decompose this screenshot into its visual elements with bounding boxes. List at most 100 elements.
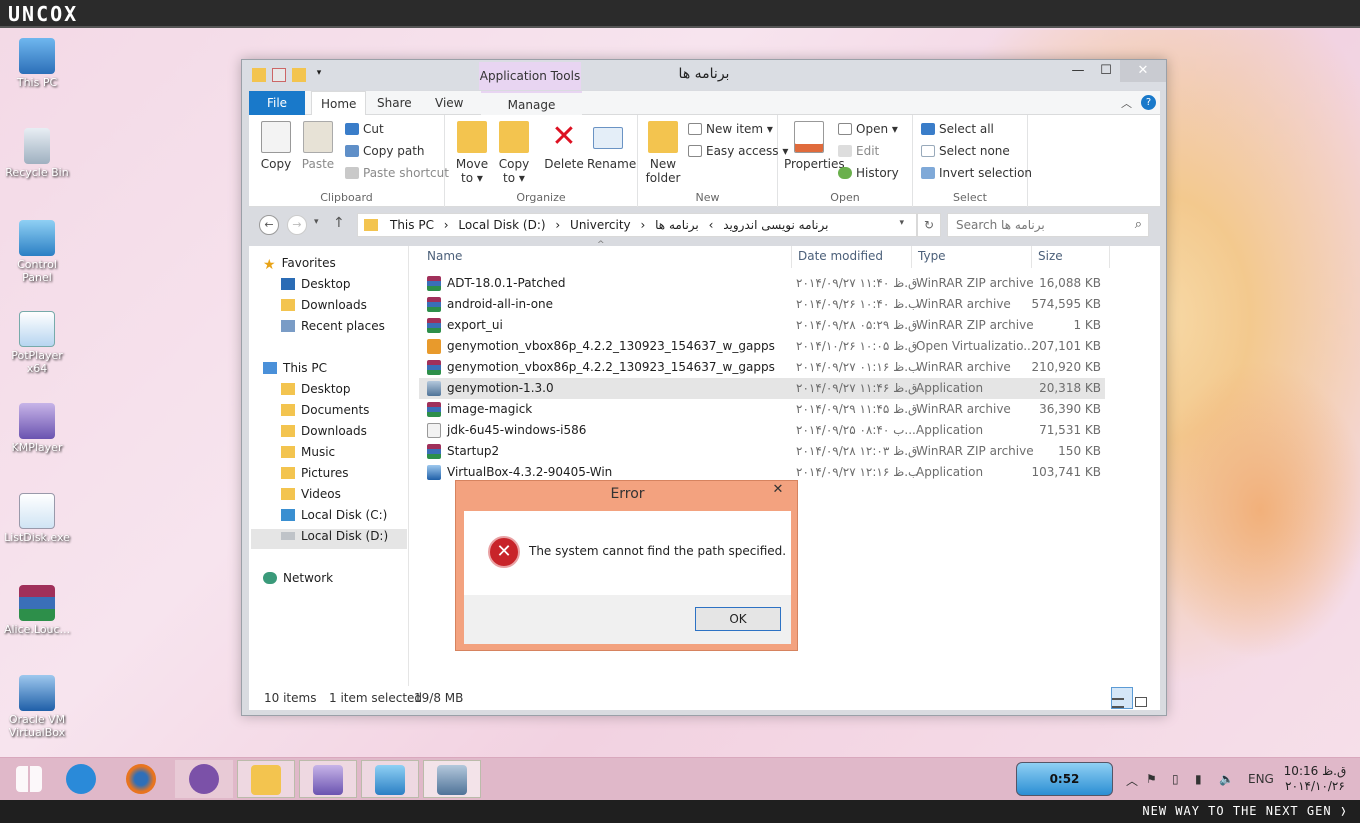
desktop-icon-recycle-bin[interactable]: Recycle Bin xyxy=(1,128,73,179)
nav-fav-desktop[interactable]: Desktop xyxy=(281,277,351,297)
desktop-icon-this-pc[interactable]: This PC xyxy=(1,38,73,89)
language-indicator[interactable]: ENG xyxy=(1248,772,1274,786)
paste-shortcut-button[interactable]: Paste shortcut xyxy=(345,166,449,180)
kmplayer-icon xyxy=(19,403,55,439)
file-date: ۲۰۱۴/۰۹/۲۹ ق.ظ ۱۱:۴۵ xyxy=(796,402,918,416)
edit-icon xyxy=(838,145,852,157)
new-item-button[interactable]: New item ▾ xyxy=(688,122,773,136)
address-dropdown-icon[interactable]: ▾ xyxy=(899,218,904,228)
open-button[interactable]: Open ▾ xyxy=(838,122,898,136)
new-folder-button[interactable]: New folder xyxy=(642,121,684,185)
desktop-icon-virtualbox[interactable]: Oracle VM VirtualBox xyxy=(1,675,73,739)
folder-icon xyxy=(281,404,295,416)
tab-view[interactable]: View xyxy=(426,91,472,115)
taskbar-firefox[interactable] xyxy=(112,760,170,798)
nav-favorites[interactable]: ★ Favorites xyxy=(263,256,336,276)
ok-button[interactable]: OK xyxy=(695,607,781,631)
nav-pc-music[interactable]: Music xyxy=(281,445,335,465)
file-size: 1 KB xyxy=(1073,318,1101,332)
nav-pc-local-c[interactable]: Local Disk (C:) xyxy=(281,508,387,528)
copy-to-button[interactable]: Copy to ▾ xyxy=(493,121,535,185)
properties-button[interactable]: Properties xyxy=(784,121,845,171)
taskbar-internet-explorer[interactable] xyxy=(52,760,110,798)
desktop-icon-listdisk[interactable]: ListDisk.exe xyxy=(1,493,73,544)
desktop-icon-kmplayer[interactable]: KMPlayer xyxy=(1,403,73,454)
nav-network[interactable]: Network xyxy=(263,571,333,591)
file-row[interactable]: android-all-in-one ۲۰۱۴/۰۹/۲۶ ب.ظ ۱۰:۴۰ Wi… xyxy=(419,294,1105,315)
copy-button[interactable]: Copy xyxy=(255,121,297,171)
nav-pc-videos[interactable]: Videos xyxy=(281,487,341,507)
file-row[interactable]: export_ui ۲۰۱۴/۰۹/۲۸ ق.ظ ۰۵:۲۹ WinRAR ZIP … xyxy=(419,315,1105,336)
minimize-button[interactable]: — xyxy=(1064,60,1092,82)
column-date[interactable]: Date modified xyxy=(798,249,883,263)
select-all-button[interactable]: Select all xyxy=(921,122,994,136)
dialog-close-button[interactable]: ✕ xyxy=(765,482,791,502)
search-input[interactable]: Search برنامه ها ⌕ xyxy=(947,213,1149,237)
edit-button[interactable]: Edit xyxy=(838,144,879,158)
back-button[interactable]: ← xyxy=(259,215,279,235)
move-to-button[interactable]: Move to ▾ xyxy=(451,121,493,185)
nav-pc-pictures[interactable]: Pictures xyxy=(281,466,349,486)
power-icon[interactable]: ▯ xyxy=(1172,772,1179,786)
up-button[interactable]: ↑ xyxy=(333,215,345,231)
internet-explorer-icon xyxy=(66,764,96,794)
file-row[interactable]: Startup2 ۲۰۱۴/۰۹/۲۸ ق.ظ ۱۲:۰۳ WinRAR ZIP a… xyxy=(419,441,1105,462)
taskbar-viber[interactable] xyxy=(175,760,233,798)
paste-button[interactable]: Paste xyxy=(297,121,339,171)
close-button[interactable]: ✕ xyxy=(1120,60,1166,82)
tab-share[interactable]: Share xyxy=(368,91,421,115)
file-row[interactable]: image-magick ۲۰۱۴/۰۹/۲۹ ق.ظ ۱۱:۴۵ WinRAR a… xyxy=(419,399,1105,420)
nav-pc-documents[interactable]: Documents xyxy=(281,403,369,423)
file-row[interactable]: genymotion_vbox86p_4.2.2_130923_154637_w… xyxy=(419,336,1105,357)
nav-pc-local-d[interactable]: Local Disk (D:) xyxy=(251,529,407,549)
large-icons-view-button[interactable] xyxy=(1135,687,1157,709)
taskbar-installer[interactable] xyxy=(423,760,481,798)
delete-button[interactable]: ✕ Delete xyxy=(543,121,585,172)
nav-pc-downloads[interactable]: Downloads xyxy=(281,424,367,444)
show-hidden-icons-button[interactable]: ︿ xyxy=(1126,772,1138,789)
battery-meter-widget[interactable]: 0:52 xyxy=(1016,762,1113,796)
taskbar-file-explorer[interactable] xyxy=(237,760,295,798)
column-name[interactable]: Name xyxy=(427,249,462,263)
desktop-icon-alice[interactable]: Alice.Louc... xyxy=(1,585,73,636)
easy-access-button[interactable]: Easy access ▾ xyxy=(688,144,788,158)
tab-manage[interactable]: Manage xyxy=(481,91,582,115)
action-center-flag-icon[interactable]: ⚑ xyxy=(1146,772,1157,786)
taskbar-kmplayer[interactable] xyxy=(299,760,357,798)
nav-fav-downloads[interactable]: Downloads xyxy=(281,298,367,318)
file-row[interactable]: ADT-18.0.1-Patched ۲۰۱۴/۰۹/۲۷ ق.ظ ۱۱:۴۰ Wi… xyxy=(419,273,1105,294)
refresh-button[interactable]: ↻ xyxy=(917,213,941,237)
column-size[interactable]: Size xyxy=(1038,249,1063,263)
nav-fav-recent[interactable]: Recent places xyxy=(281,319,385,339)
start-button[interactable] xyxy=(0,760,58,798)
forward-button[interactable]: → xyxy=(287,215,307,235)
invert-selection-button[interactable]: Invert selection xyxy=(921,166,1032,180)
file-row[interactable]: jdk-6u45-windows-i586 ۲۰۱۴/۰۹/۲۵ ب ۰۸:۴۰.… xyxy=(419,420,1105,441)
star-icon: ★ xyxy=(263,257,276,273)
nav-pc-desktop[interactable]: Desktop xyxy=(281,382,351,402)
column-type[interactable]: Type xyxy=(918,249,946,263)
taskbar-control-panel[interactable] xyxy=(361,760,419,798)
network-signal-icon[interactable]: ▮ xyxy=(1195,772,1202,786)
file-row[interactable]: genymotion_vbox86p_4.2.2_130923_154637_w… xyxy=(419,357,1105,378)
recent-locations-icon[interactable]: ▾ xyxy=(314,217,319,227)
tab-file[interactable]: File xyxy=(249,91,305,115)
history-button[interactable]: History xyxy=(838,166,899,180)
details-view-button[interactable] xyxy=(1111,687,1133,709)
nav-this-pc[interactable]: This PC xyxy=(263,361,327,381)
cut-button[interactable]: Cut xyxy=(345,122,384,136)
rename-button[interactable]: Rename xyxy=(587,121,636,171)
maximize-button[interactable]: ☐ xyxy=(1092,60,1120,82)
desktop-icon-potplayer[interactable]: PotPlayer x64 xyxy=(1,311,73,375)
clock[interactable]: 10:16 ق.ظ ۲۰۱۴/۱۰/۲۶ xyxy=(1283,764,1347,794)
collapse-ribbon-icon[interactable]: ︿ xyxy=(1121,95,1132,111)
address-bar[interactable]: This PC › Local Disk (D:) › Univercity ›… xyxy=(357,213,917,237)
desktop-icon-control-panel[interactable]: Control Panel xyxy=(1,220,73,284)
copy-path-button[interactable]: Copy path xyxy=(345,144,425,158)
tab-home[interactable]: Home xyxy=(311,91,367,115)
file-row[interactable]: genymotion-1.3.0 ۲۰۱۴/۰۹/۲۷ ق.ظ ۱۱:۴۶ Appl… xyxy=(419,378,1105,399)
select-none-button[interactable]: Select none xyxy=(921,144,1010,158)
help-icon[interactable]: ? xyxy=(1141,95,1156,110)
volume-icon[interactable]: 🔈 xyxy=(1219,772,1234,786)
title-bar[interactable]: ▾ Application Tools برنامه ها — ☐ ✕ xyxy=(242,60,1166,90)
